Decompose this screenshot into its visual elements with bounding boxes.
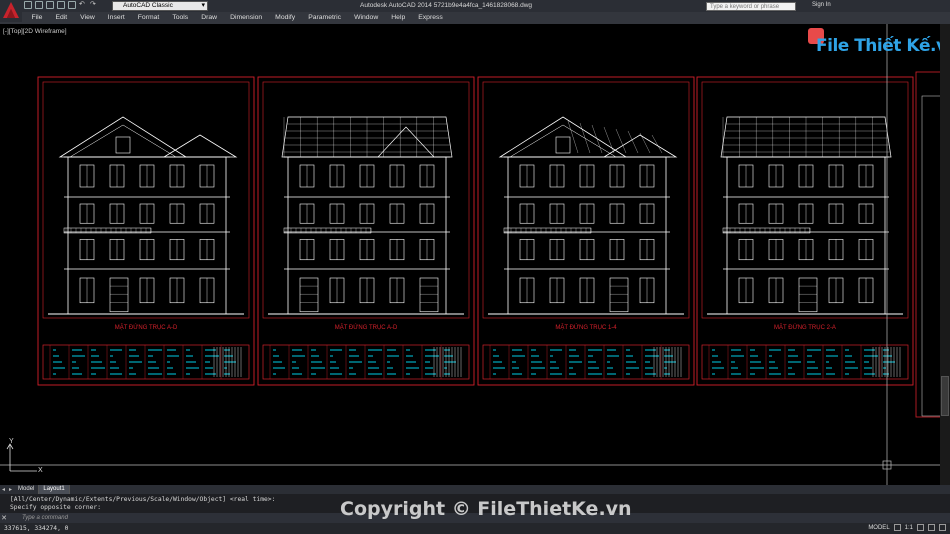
workspace-select[interactable]: AutoCAD Classic — [112, 1, 208, 11]
tab-next-icon[interactable]: ▸ — [7, 486, 14, 493]
svg-text:X: X — [38, 467, 43, 474]
site-watermark: File Thiết Kế.vn — [808, 28, 950, 60]
undo-icon[interactable]: ↶ — [79, 1, 87, 9]
menu-express[interactable]: Express — [412, 12, 450, 24]
app-title: Autodesk AutoCAD 2014 5721b9e4a4fca_1461… — [360, 2, 533, 9]
autocad-logo-icon — [3, 2, 19, 18]
search-input[interactable]: Type a keyword or phrase — [706, 2, 796, 11]
model-space-toggle[interactable]: MODEL — [868, 525, 889, 531]
drawing-viewport[interactable]: [-][Top][2D Wireframe] MẶT ĐỨNG TRỤC A-D… — [0, 24, 950, 485]
elevation-sheet: MẶT ĐỨNG TRỤC 1-4 — [477, 76, 695, 386]
menu-modify[interactable]: Modify — [269, 12, 302, 24]
svg-text:Y: Y — [9, 438, 14, 445]
coordinate-readout: 337615, 334274, 0 — [4, 525, 69, 532]
print-icon[interactable] — [68, 1, 76, 9]
menu-dimension[interactable]: Dimension — [224, 12, 269, 24]
sheet-caption: MẶT ĐỨNG TRỤC 2-A — [774, 324, 836, 331]
sign-in-link[interactable]: Sign In — [812, 2, 831, 8]
copyright-watermark: Copyright © FileThietKe.vn — [340, 498, 632, 520]
menu-edit[interactable]: Edit — [49, 12, 74, 24]
annotation-scale[interactable]: 1:1 — [905, 525, 913, 531]
sheet-caption: MẶT ĐỨNG TRỤC A-D — [335, 324, 398, 331]
menu-window[interactable]: Window — [348, 12, 385, 24]
tab-layout1[interactable]: Layout1 — [39, 485, 70, 494]
elevation-sheet: MẶT ĐỨNG TRỤC A-D — [257, 76, 475, 386]
status-bar: 337615, 334274, 0 MODEL 1:1 — [0, 523, 950, 534]
drawing-canvas: MẶT ĐỨNG TRỤC A-D MẶT ĐỨNG TRỤC A-D MẶT ĐỨ… — [0, 24, 947, 485]
tab-prev-icon[interactable]: ◂ — [0, 486, 7, 493]
menu-bar: File Edit View Insert Format Tools Draw … — [0, 12, 950, 24]
quick-access-toolbar: ↶ ↷ — [24, 1, 98, 9]
save-icon[interactable] — [46, 1, 54, 9]
close-icon[interactable]: ✕ — [0, 514, 8, 522]
scroll-thumb[interactable] — [941, 376, 949, 416]
ucs-icon — [6, 443, 37, 472]
redo-icon[interactable]: ↷ — [90, 1, 98, 9]
elevation-sheet: MẶT ĐỨNG TRỤC A-D — [37, 76, 255, 386]
app-menu-button[interactable] — [0, 0, 22, 22]
grid-icon[interactable] — [893, 524, 901, 531]
saveas-icon[interactable] — [57, 1, 65, 9]
fullscreen-icon[interactable] — [939, 524, 946, 531]
command-input[interactable]: Type a command — [22, 515, 68, 521]
workspace-icon[interactable] — [917, 524, 924, 531]
new-icon[interactable] — [24, 1, 32, 9]
sheet-caption: MẶT ĐỨNG TRỤC A-D — [115, 324, 178, 331]
menu-tools[interactable]: Tools — [166, 12, 195, 24]
menu-view[interactable]: View — [74, 12, 102, 24]
menu-draw[interactable]: Draw — [195, 12, 224, 24]
title-bar: ↶ ↷ AutoCAD Classic Autodesk AutoCAD 201… — [0, 0, 950, 22]
vertical-scrollbar[interactable] — [940, 24, 950, 485]
elevation-sheet: MẶT ĐỨNG TRỤC 2-A — [696, 76, 914, 386]
menu-file[interactable]: File — [25, 12, 49, 24]
menu-help[interactable]: Help — [385, 12, 412, 24]
sheet-caption: MẶT ĐỨNG TRỤC 1-4 — [555, 324, 617, 331]
menu-parametric[interactable]: Parametric — [302, 12, 348, 24]
menu-format[interactable]: Format — [131, 12, 166, 24]
menu-insert[interactable]: Insert — [101, 12, 131, 24]
layout-tabs: ◂ ▸ Model Layout1 — [0, 485, 950, 494]
open-icon[interactable] — [35, 1, 43, 9]
lock-icon[interactable] — [928, 524, 935, 531]
tab-model[interactable]: Model — [14, 485, 40, 494]
